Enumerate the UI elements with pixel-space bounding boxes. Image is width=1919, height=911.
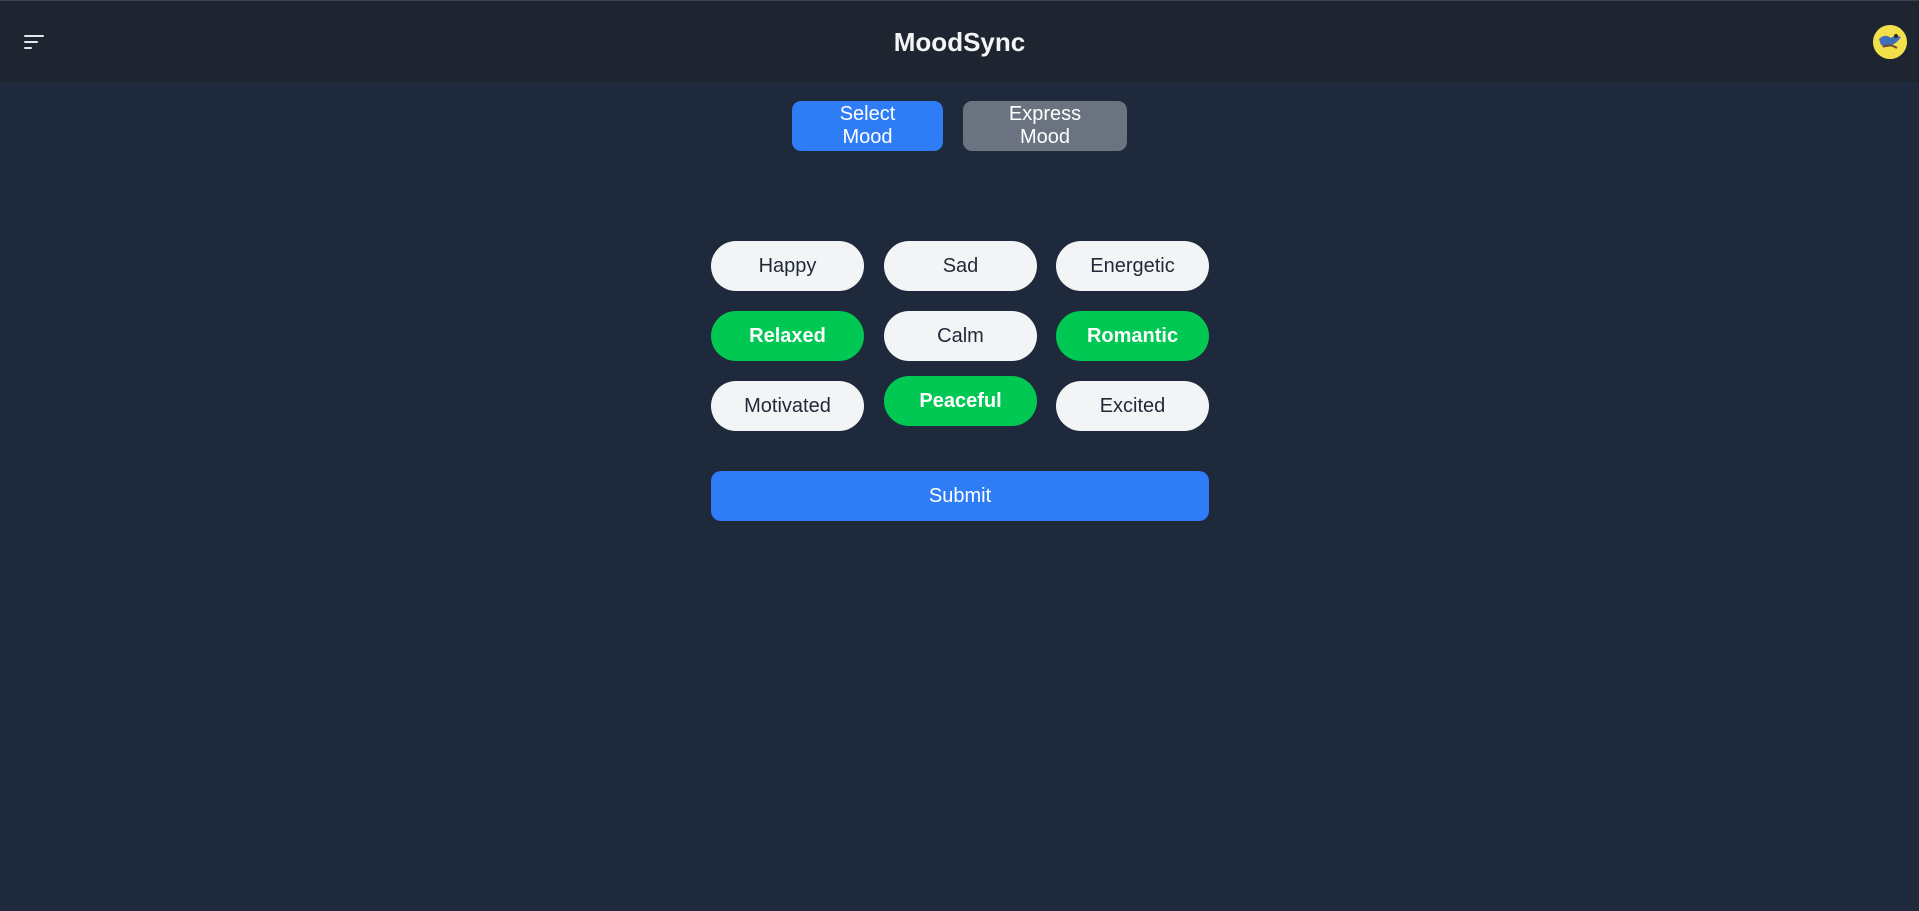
mood-chip-energetic[interactable]: Energetic (1056, 241, 1209, 291)
avatar-icon[interactable] (1873, 25, 1907, 59)
top-bar: MoodSync (0, 0, 1919, 82)
mood-chip-peaceful[interactable]: Peaceful (884, 376, 1037, 426)
mood-chip-motivated[interactable]: Motivated (711, 381, 864, 431)
mood-chip-excited[interactable]: Excited (1056, 381, 1209, 431)
mood-chip-calm[interactable]: Calm (884, 311, 1037, 361)
app-title: MoodSync (893, 27, 1026, 57)
mode-toggle: Select Mood Express Mood (0, 101, 1919, 151)
select-mood-button[interactable]: Select Mood (792, 101, 943, 151)
mood-chip-romantic[interactable]: Romantic (1056, 311, 1209, 361)
express-mood-button[interactable]: Express Mood (963, 101, 1127, 151)
mood-chip-sad[interactable]: Sad (884, 241, 1037, 291)
submit-button[interactable]: Submit (711, 471, 1209, 521)
mood-chip-happy[interactable]: Happy (711, 241, 864, 291)
mood-chip-relaxed[interactable]: Relaxed (711, 311, 864, 361)
